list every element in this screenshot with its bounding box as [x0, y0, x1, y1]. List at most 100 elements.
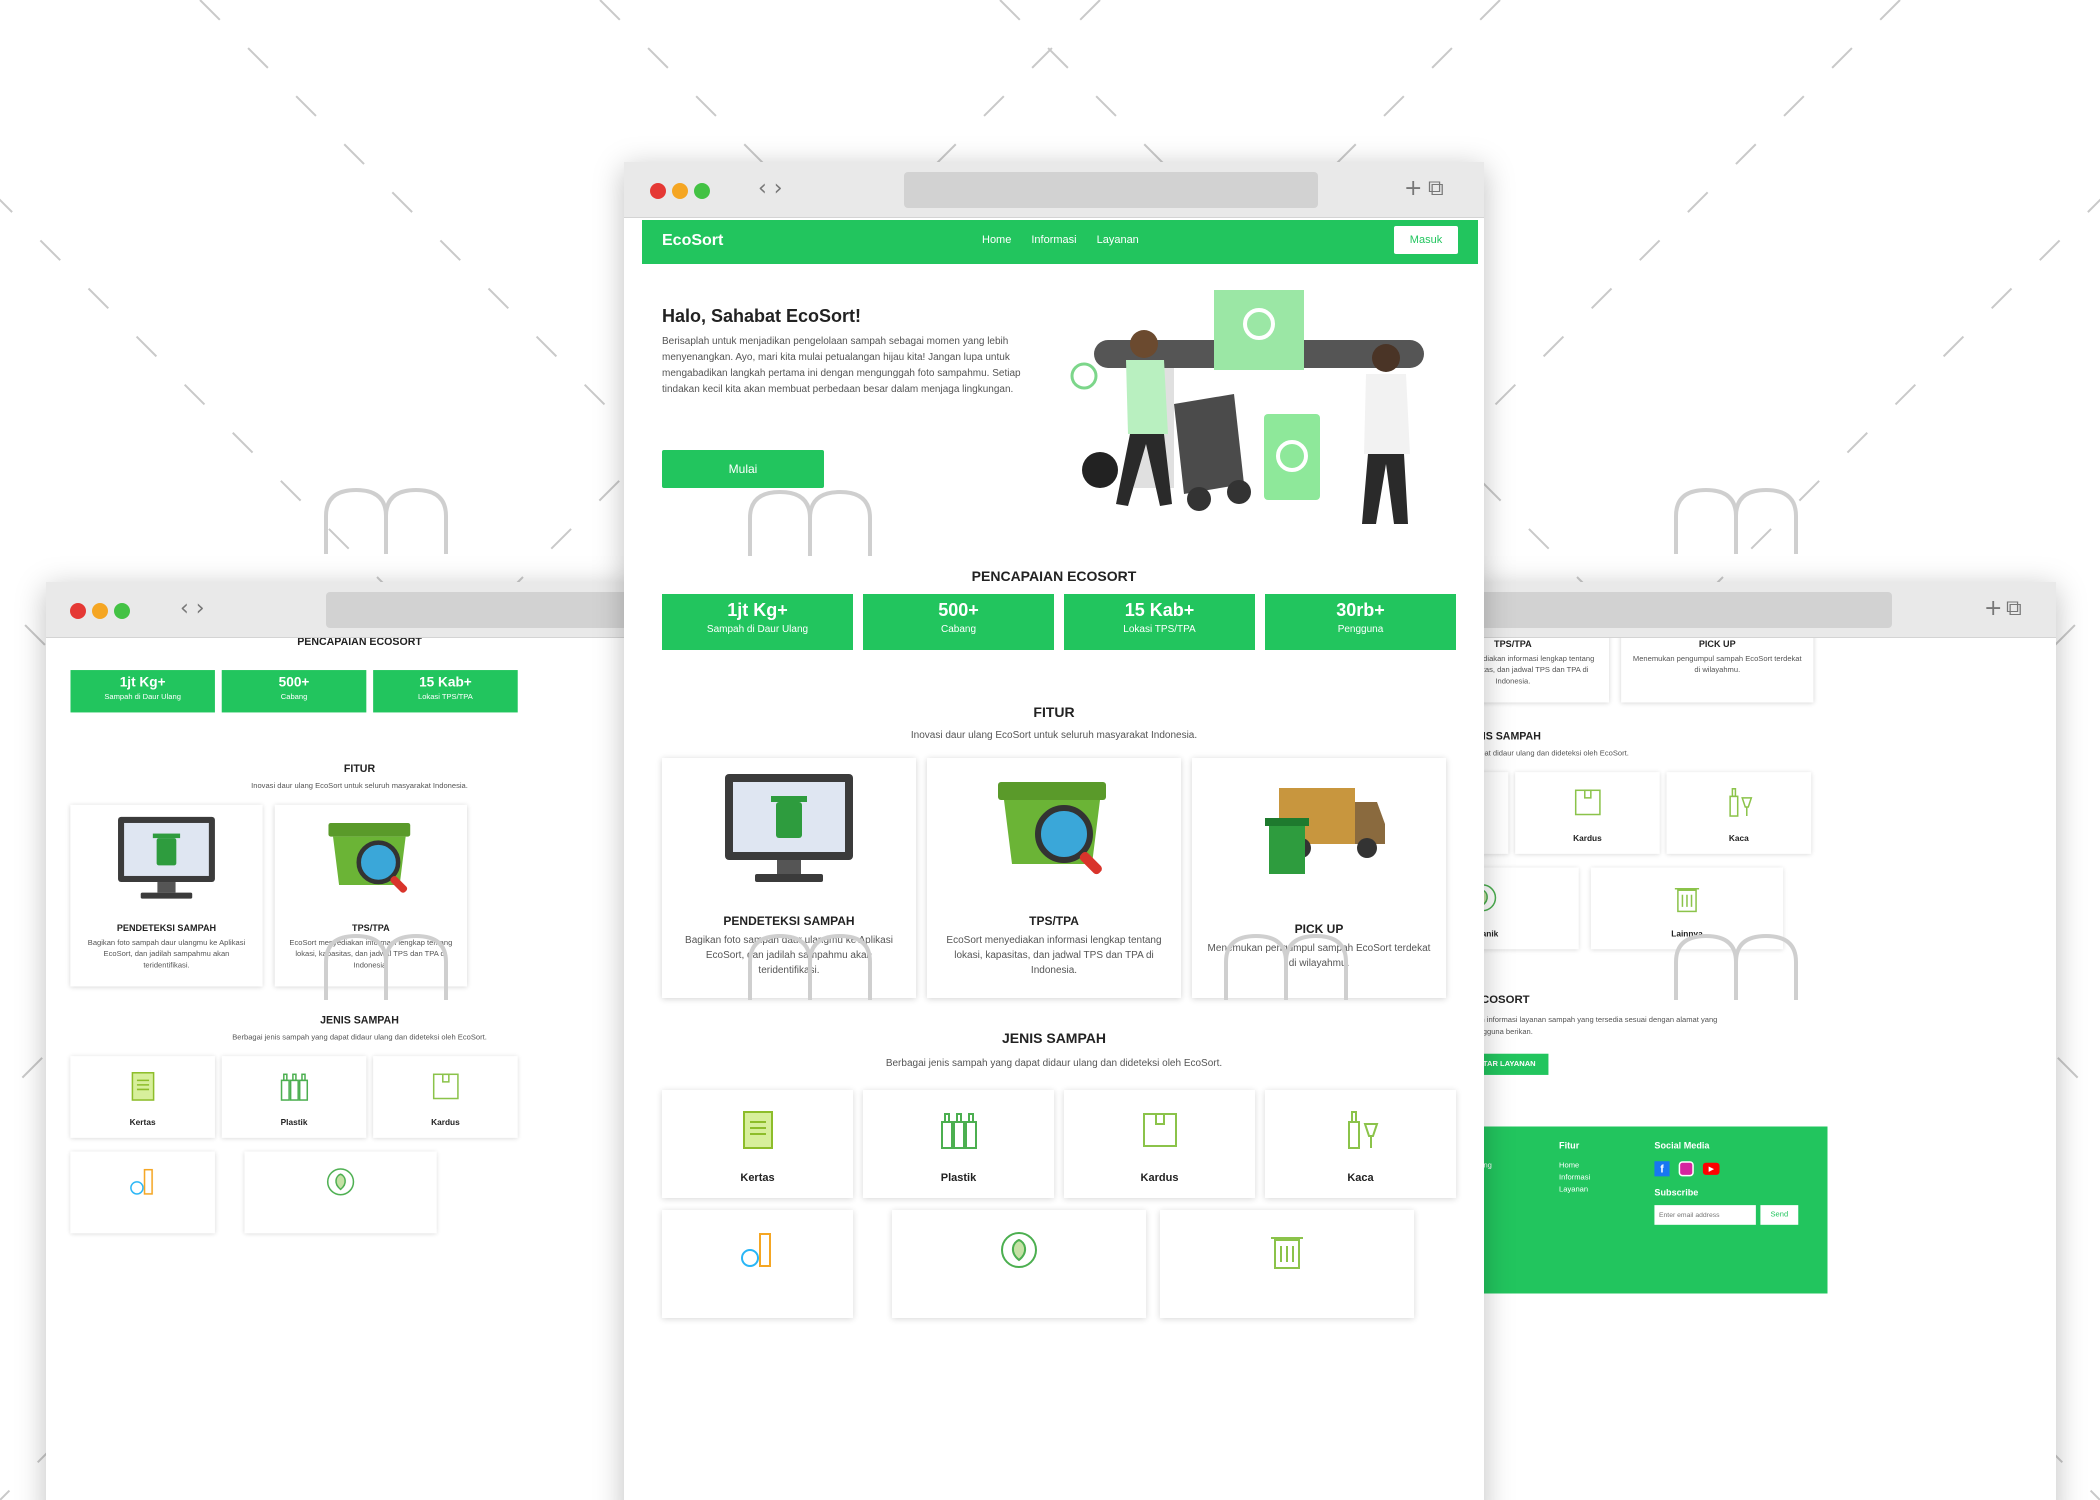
minimize-dot[interactable]	[92, 603, 108, 619]
type-card-lainnya-partial[interactable]	[1160, 1210, 1414, 1318]
hero-title: Halo, Sahabat EcoSort!	[662, 306, 862, 326]
feature-desc: EcoSort menyediakan informasi lengkap te…	[946, 935, 1162, 976]
nav-home[interactable]: Home	[982, 234, 1011, 246]
type-card-kaca[interactable]: Kaca	[1265, 1090, 1456, 1198]
browser-window-right: + ⧉ TPS/TPA EcoSort menyediakan informas…	[1456, 582, 2056, 1500]
stats-title: PENCAPAIAN ECOSORT	[297, 638, 422, 648]
tabs-icon[interactable]: ⧉	[2006, 596, 2022, 621]
back-forward-icons[interactable]: ‹ ›	[758, 176, 783, 201]
monitor-trash-icon	[118, 816, 215, 899]
type-card-kaca[interactable]: Kaca	[1666, 772, 1812, 854]
address-bar[interactable]	[1456, 592, 1892, 628]
footer-social-title: Social Media	[1654, 1140, 1710, 1151]
types-subtitle: Berbagai jenis sampah yang dapat didaur …	[885, 1058, 1223, 1069]
browser-toolbar: + ⧉	[1456, 582, 2056, 638]
browser-window-left: ‹ › PENCAPAIAN ECOSORT 1jt Kg+ Sampah di …	[46, 582, 646, 1500]
types-title: JENIS SAMPAH	[320, 1013, 399, 1026]
type-card-kertas[interactable]: Kertas	[70, 1056, 215, 1138]
nav-informasi[interactable]: Informasi	[1031, 234, 1076, 246]
footer: cil kita dalam mendaur ulang dampak besa…	[1456, 1126, 1828, 1293]
leaf-icon	[326, 1168, 355, 1196]
features-title: FITUR	[1033, 704, 1075, 720]
footer-link-home[interactable]: Home	[1559, 1161, 1579, 1169]
footer-subscribe-title: Subscribe	[1654, 1186, 1699, 1198]
box-icon	[1143, 1113, 1177, 1147]
stats-title: PENCAPAIAN ECOSORT	[971, 568, 1137, 584]
feature-card-tps[interactable]: TPS/TPA EcoSort menyediakan informasi le…	[927, 758, 1181, 998]
stat-card: 30rb+ Pengguna	[1265, 594, 1456, 650]
footer-link-informasi[interactable]: Informasi	[1559, 1173, 1590, 1181]
about-text: yang memudahkan pemilihan sampah dengan …	[1456, 1015, 1718, 1037]
site-navbar: EcoSort Home Informasi Layanan Masuk	[642, 220, 1478, 264]
bolt-icon	[130, 1168, 153, 1195]
types-title: JENIS SAMPAH	[1002, 1030, 1106, 1046]
new-tab-icon[interactable]: +	[1404, 176, 1422, 201]
address-bar[interactable]	[326, 592, 646, 628]
feature-title: TPS/TPA	[1029, 914, 1079, 928]
watermark-logo	[748, 489, 872, 556]
browser-viewport: PENCAPAIAN ECOSORT 1jt Kg+ Sampah di Daur…	[46, 638, 646, 1500]
browser-viewport: TPS/TPA EcoSort menyediakan informasi le…	[1456, 638, 2056, 1500]
type-card-lainnya-partial[interactable]	[70, 1151, 215, 1234]
stat-card: 1jt Kg+ Sampah di Daur Ulang	[662, 594, 853, 650]
watermark-logo	[1224, 933, 1348, 1000]
browser-toolbar: ‹ › + ⧉	[624, 162, 1484, 218]
watermark-logo	[1674, 487, 1798, 554]
types-title: JENIS SAMPAH	[1462, 729, 1541, 742]
close-dot[interactable]	[650, 183, 666, 199]
hero-text: Berisaplah untuk menjadikan pengelolaan …	[662, 336, 1021, 395]
feature-title: PENDETEKSI SAMPAH	[723, 914, 855, 928]
types-subtitle: Berbagai jenis sampah yang dapat didaur …	[1456, 749, 1629, 758]
back-forward-icons[interactable]: ‹ ›	[180, 596, 205, 621]
truck-bin-icon	[1265, 788, 1385, 874]
youtube-icon[interactable]: ▶	[1702, 1162, 1720, 1175]
send-button[interactable]: Send	[1760, 1205, 1799, 1225]
close-dot[interactable]	[70, 603, 86, 619]
watermark-logo	[1674, 933, 1798, 1000]
browser-toolbar: ‹ ›	[46, 582, 646, 638]
browser-viewport: EcoSort Home Informasi Layanan Masuk Hal…	[624, 218, 1484, 1500]
watermark-logo	[324, 487, 448, 554]
maximize-dot[interactable]	[114, 603, 130, 619]
paper-icon	[743, 1111, 773, 1149]
stat-card: 500+ Cabang	[863, 594, 1054, 650]
minimize-dot[interactable]	[672, 183, 688, 199]
type-card-plastik[interactable]: Plastik	[863, 1090, 1054, 1198]
feature-card[interactable]: PENDETEKSI SAMPAH Bagikan foto sampah da…	[70, 804, 263, 987]
type-card-kertas[interactable]: Kertas	[662, 1090, 853, 1198]
stat-card: 15 Kab+ Lokasi TPS/TPA	[1064, 594, 1255, 650]
type-card-organik-partial[interactable]	[244, 1151, 437, 1234]
mockup-stage: ‹ › PENCAPAIAN ECOSORT 1jt Kg+ Sampah di …	[0, 0, 2100, 1500]
plastic-bottles-icon	[280, 1073, 309, 1101]
feature-card[interactable]: PICK UP Menemukan pengumpul sampah EcoSo…	[1621, 638, 1814, 703]
types-subtitle: Berbagai jenis sampah yang dapat didaur …	[232, 1033, 487, 1042]
glass-bottle-icon	[1729, 788, 1753, 817]
facebook-icon[interactable]: f	[1654, 1161, 1670, 1177]
type-card-kardus[interactable]: Kardus	[1064, 1090, 1255, 1198]
stat-card: 1jt Kg+ Sampah di Daur Ulang	[70, 670, 215, 713]
instagram-icon[interactable]	[1678, 1161, 1694, 1177]
tabs-icon[interactable]: ⧉	[1428, 176, 1444, 201]
type-card-organik-partial[interactable]	[892, 1210, 1146, 1318]
type-card-other-partial[interactable]	[662, 1210, 853, 1318]
nav-menu: Home Informasi Layanan	[982, 234, 1139, 246]
login-button[interactable]: Masuk	[1394, 226, 1458, 254]
type-card-kardus[interactable]: Kardus	[373, 1056, 518, 1138]
brand-logo[interactable]: EcoSort	[662, 232, 723, 250]
trash-bin-icon	[1674, 887, 1700, 913]
leaf-icon	[1001, 1232, 1037, 1268]
type-card-kardus[interactable]: Kardus	[1515, 772, 1660, 854]
type-card-plastik[interactable]: Plastik	[221, 1056, 367, 1138]
start-button[interactable]: Mulai	[662, 450, 824, 488]
features-subtitle: Inovasi daur ulang EcoSort untuk seluruh…	[251, 782, 468, 791]
footer-link-layanan[interactable]: Layanan	[1559, 1185, 1588, 1193]
plastic-bottles-icon	[941, 1113, 977, 1149]
footer-fitur-title: Fitur	[1559, 1140, 1580, 1151]
address-bar[interactable]	[904, 172, 1318, 208]
email-field[interactable]	[1654, 1205, 1756, 1225]
new-tab-icon[interactable]: +	[1984, 596, 2002, 621]
nav-layanan[interactable]: Layanan	[1097, 234, 1139, 246]
features-subtitle: Inovasi daur ulang EcoSort untuk seluruh…	[910, 730, 1198, 741]
bin-search-icon	[998, 782, 1106, 875]
maximize-dot[interactable]	[694, 183, 710, 199]
